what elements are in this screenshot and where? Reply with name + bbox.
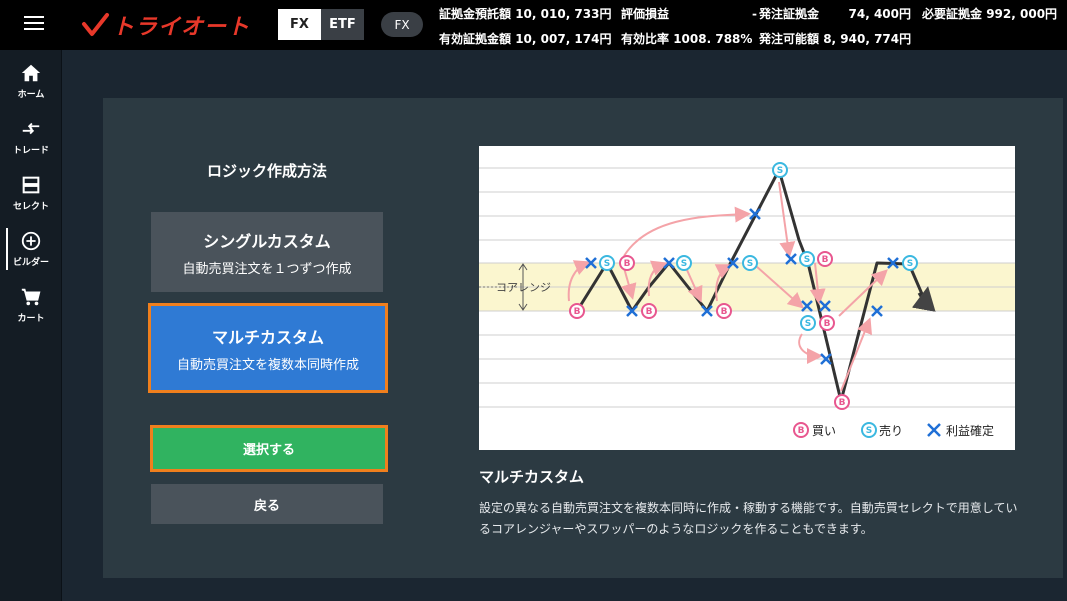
add-circle-icon xyxy=(21,231,41,251)
option-desc: 自動売買注文を１つずつ作成 xyxy=(182,261,352,277)
multi-custom-diagram: コアレンジ B B B B B B B S S S S S S S B 買い S 売… xyxy=(479,146,1015,450)
svg-text:B: B xyxy=(839,398,846,408)
svg-text:B: B xyxy=(798,426,805,436)
description-title: マルチカスタム xyxy=(479,468,585,486)
sidebar-item-trade[interactable]: トレード xyxy=(0,112,62,164)
sidebar-item-select[interactable]: セレクト xyxy=(0,168,62,220)
legend-take-profit-label: 利益確定 xyxy=(946,423,994,438)
svg-text:S: S xyxy=(777,166,783,176)
svg-text:S: S xyxy=(866,426,872,436)
logic-diagram-svg: コアレンジ B B B BBB B S S S SSS S B 買い S 売り 利益… xyxy=(479,162,1015,438)
svg-text:S: S xyxy=(805,319,811,329)
sidebar: ホーム トレード セレクト ビルダー カート xyxy=(0,50,62,601)
svg-text:S: S xyxy=(681,259,687,269)
svg-text:S: S xyxy=(604,259,610,269)
svg-text:B: B xyxy=(624,259,631,269)
option-title: シングルカスタム xyxy=(203,231,331,251)
stat-deposit: 証拠金預託額 10, 010, 733円 xyxy=(439,7,612,21)
cart-icon xyxy=(21,288,41,306)
option-single-custom[interactable]: シングルカスタム 自動売買注文を１つずつ作成 xyxy=(151,212,383,292)
trade-arrows-icon xyxy=(22,122,40,135)
option-desc: 自動売買注文を複数本同時作成 xyxy=(176,357,359,373)
stat-effective-ratio: 有効比率 1008. 788% xyxy=(621,32,753,46)
core-range-label: コアレンジ xyxy=(496,281,551,294)
svg-text:B: B xyxy=(721,307,728,317)
market-segment: FX ETF xyxy=(278,9,364,40)
sidebar-item-builder[interactable]: ビルダー xyxy=(0,224,62,276)
logo-check-icon xyxy=(82,13,109,36)
sidebar-item-cart[interactable]: カート xyxy=(0,280,62,332)
segment-fx[interactable]: FX xyxy=(278,9,321,40)
svg-text:B: B xyxy=(646,307,653,317)
svg-text:S: S xyxy=(907,259,913,269)
stat-available: 発注可能額 8, 940, 774円 xyxy=(759,32,912,46)
description-text: 設定の異なる自動売買注文を複数本同時に作成・稼動する機能です。自動売買セレクトで… xyxy=(479,501,1018,536)
legend-buy-label: 買い xyxy=(812,424,836,438)
stat-order-margin: 発注証拠金 74, 400円 xyxy=(759,7,912,21)
stat-required-margin: 必要証拠金 992, 000円 xyxy=(922,7,1058,21)
sidebar-item-home[interactable]: ホーム xyxy=(0,56,62,108)
svg-text:B: B xyxy=(824,319,831,329)
svg-text:B: B xyxy=(574,307,581,317)
legend-sell-label: 売り xyxy=(879,423,903,438)
back-button[interactable]: 戻る xyxy=(151,484,383,524)
product-pill[interactable]: FX xyxy=(381,12,423,37)
option-title: マルチカスタム xyxy=(211,327,324,347)
page-title: ロジック作成方法 xyxy=(206,162,327,180)
diagram-legend: B 買い S 売り 利益確定 xyxy=(793,422,994,438)
stat-effective-margin: 有効証拠金額 10, 007, 174円 xyxy=(439,32,612,46)
brand-name: トライオート xyxy=(112,15,251,40)
brand-logo[interactable]: トライオート xyxy=(80,9,250,41)
svg-text:B: B xyxy=(822,255,829,265)
home-icon xyxy=(21,64,41,82)
svg-text:S: S xyxy=(804,255,810,265)
stat-unrealized-pl: 評価損益 - xyxy=(621,7,758,21)
segment-etf[interactable]: ETF xyxy=(321,9,364,40)
option-multi-custom[interactable]: マルチカスタム 自動売買注文を複数本同時作成 xyxy=(148,303,388,393)
select-icon xyxy=(22,176,40,194)
select-button[interactable]: 選択する xyxy=(150,425,388,472)
menu-icon[interactable] xyxy=(24,16,44,32)
top-bar: トライオート FX ETF FX 証拠金預託額 10, 010, 733円 有効… xyxy=(0,0,1067,50)
svg-text:S: S xyxy=(747,259,753,269)
